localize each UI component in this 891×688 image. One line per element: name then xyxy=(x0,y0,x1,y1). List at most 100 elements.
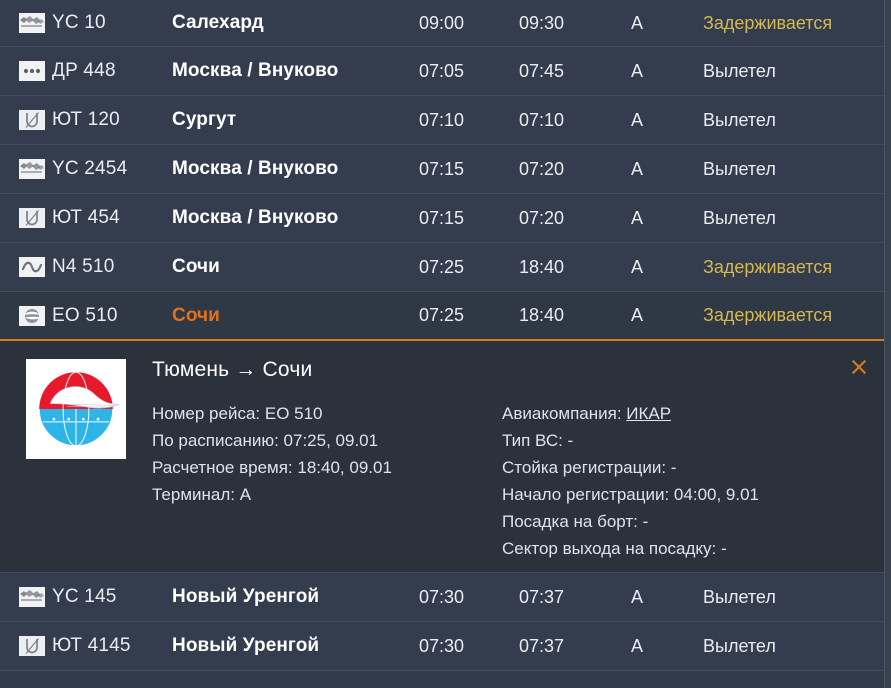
flight-row[interactable]: ЮТ 4145 Новый Уренгой 07:30 07:37 A Вылетел xyxy=(0,622,884,671)
estimated-time: 07:45 xyxy=(519,60,565,81)
flight-list-after-detail: YC 145 Новый Уренгой 07:30 07:37 A Вылетел ЮТ … xyxy=(0,573,884,671)
detail-estimated-time: Расчетное время: 18:40, 09.01 xyxy=(152,458,392,477)
detail-airline-label: Авиакомпания: xyxy=(502,404,627,423)
flight-status: Вылетел xyxy=(703,586,776,607)
detail-scheduled-time: По расписанию: 07:25, 09.01 xyxy=(152,431,379,450)
flight-status: Вылетел xyxy=(703,207,776,228)
flight-status: Вылетел xyxy=(703,635,776,656)
flight-status: Задерживается xyxy=(703,305,833,325)
flight-rows-container: YC 10 Салехард 09:00 09:30 A Задерживается ДР … xyxy=(0,0,884,671)
flight-number: EO 510 xyxy=(52,304,118,326)
detail-airline: Авиакомпания: ИКАР xyxy=(502,400,866,427)
detail-route-title: Тюмень → Сочи xyxy=(152,358,313,381)
yamal-icon xyxy=(19,13,45,33)
ikar-logo-graphic xyxy=(38,371,120,447)
scroll-gutter[interactable] xyxy=(884,0,891,688)
flight-number: ЮТ 120 xyxy=(52,109,120,130)
nordstar-icon xyxy=(19,257,45,277)
flight-number: YC 10 xyxy=(52,12,106,33)
flight-row[interactable]: EO 510 Сочи 07:25 18:40 A Задерживается xyxy=(0,292,884,341)
flight-status: Задерживается xyxy=(703,12,833,33)
detail-logo-wrap xyxy=(0,355,152,572)
flight-number: ДР 448 xyxy=(52,60,116,81)
flight-row[interactable]: ЮТ 454 Москва / Внуково 07:15 07:20 A Вылетел xyxy=(0,194,884,243)
detail-checkin-desk: Стойка регистрации: - xyxy=(502,458,677,477)
terminal: A xyxy=(631,109,644,130)
terminal: A xyxy=(631,586,644,607)
detail-aircraft-type: Тип ВС: - xyxy=(502,431,574,450)
flight-destination: Москва / Внуково xyxy=(172,60,339,81)
scheduled-time: 07:30 xyxy=(419,586,465,607)
terminal: A xyxy=(631,158,644,179)
estimated-time: 07:10 xyxy=(519,109,565,130)
flight-board: YC 10 Салехард 09:00 09:30 A Задерживается ДР … xyxy=(0,0,891,688)
flight-row[interactable]: YC 10 Салехард 09:00 09:30 A Задерживается xyxy=(0,0,884,47)
flight-destination: Москва / Внуково xyxy=(172,207,339,228)
flight-number: YC 145 xyxy=(52,586,117,607)
flight-destination: Москва / Внуково xyxy=(172,158,339,179)
detail-column-right: Авиакомпания: ИКАР Тип ВС: - Стойка реги… xyxy=(502,400,866,562)
detail-terminal: Терминал: A xyxy=(152,485,252,504)
utair-icon xyxy=(19,110,45,130)
yamal-icon xyxy=(19,159,45,179)
flight-number: N4 510 xyxy=(52,256,115,277)
detail-body: Тюмень → Сочи Номер рейса: EO 510 По рас… xyxy=(152,355,884,572)
estimated-time: 07:20 xyxy=(519,158,565,179)
detail-checkin-start: Начало регистрации: 04:00, 9.01 xyxy=(502,485,760,504)
flight-number: YC 2454 xyxy=(52,158,128,179)
estimated-time: 18:40 xyxy=(519,305,565,325)
scheduled-time: 07:15 xyxy=(419,158,465,179)
scheduled-time: 07:25 xyxy=(419,256,465,277)
scheduled-time: 07:05 xyxy=(419,60,465,81)
dots-icon xyxy=(19,61,45,81)
scheduled-time: 09:00 xyxy=(419,12,465,33)
scheduled-time: 07:15 xyxy=(419,207,465,228)
flight-list-before-detail: YC 10 Салехард 09:00 09:30 A Задерживается ДР … xyxy=(0,0,884,341)
detail-columns: Номер рейса: EO 510 По расписанию: 07:25… xyxy=(152,400,866,562)
ikar-icon xyxy=(19,305,45,326)
flight-status: Вылетел xyxy=(703,158,776,179)
flight-logo-cell xyxy=(0,587,52,607)
flight-logo-cell xyxy=(0,13,52,33)
terminal: A xyxy=(631,635,644,656)
terminal: A xyxy=(631,60,644,81)
flight-destination: Новый Уренгой xyxy=(172,586,320,607)
flight-destination: Салехард xyxy=(172,12,264,33)
yamal-icon xyxy=(19,587,45,607)
estimated-time: 07:37 xyxy=(519,586,565,607)
flight-status: Задерживается xyxy=(703,256,833,277)
flight-row[interactable]: YC 2454 Москва / Внуково 07:15 07:20 A Вылете… xyxy=(0,145,884,194)
flight-destination: Сургут xyxy=(172,109,237,130)
flight-logo-cell xyxy=(0,159,52,179)
scheduled-time: 07:30 xyxy=(419,635,465,656)
close-icon[interactable] xyxy=(849,357,869,377)
flight-row[interactable]: N4 510 Сочи 07:25 18:40 A Задерживается xyxy=(0,243,884,292)
utair-icon xyxy=(19,208,45,228)
estimated-time: 09:30 xyxy=(519,12,565,33)
flight-status: Вылетел xyxy=(703,109,776,130)
flight-row[interactable]: ДР 448 Москва / Внуково 07:05 07:45 A Вылетел xyxy=(0,47,884,96)
flight-logo-cell xyxy=(0,305,52,326)
estimated-time: 18:40 xyxy=(519,256,565,277)
flight-logo-cell xyxy=(0,208,52,228)
airline-link[interactable]: ИКАР xyxy=(626,404,671,423)
detail-gate-sector: Сектор выхода на посадку: - xyxy=(502,539,727,558)
flight-logo-cell xyxy=(0,636,52,656)
flight-row[interactable]: YC 145 Новый Уренгой 07:30 07:37 A Вылетел xyxy=(0,573,884,622)
flight-number: ЮТ 454 xyxy=(52,207,120,228)
scheduled-time: 07:25 xyxy=(419,305,465,325)
flight-logo-cell xyxy=(0,110,52,130)
flight-destination: Сочи xyxy=(172,256,220,277)
flight-destination: Сочи xyxy=(172,304,220,326)
flight-logo-cell xyxy=(0,61,52,81)
flight-logo-cell xyxy=(0,257,52,277)
terminal: A xyxy=(631,256,644,277)
flight-row[interactable]: ЮТ 120 Сургут 07:10 07:10 A Вылетел xyxy=(0,96,884,145)
detail-flight-number: Номер рейса: EO 510 xyxy=(152,404,323,423)
flight-destination: Новый Уренгой xyxy=(172,635,320,656)
terminal: A xyxy=(631,12,644,33)
scheduled-time: 07:10 xyxy=(419,109,465,130)
detail-boarding: Посадка на борт: - xyxy=(502,512,649,531)
flight-number: ЮТ 4145 xyxy=(52,635,131,656)
estimated-time: 07:37 xyxy=(519,635,565,656)
